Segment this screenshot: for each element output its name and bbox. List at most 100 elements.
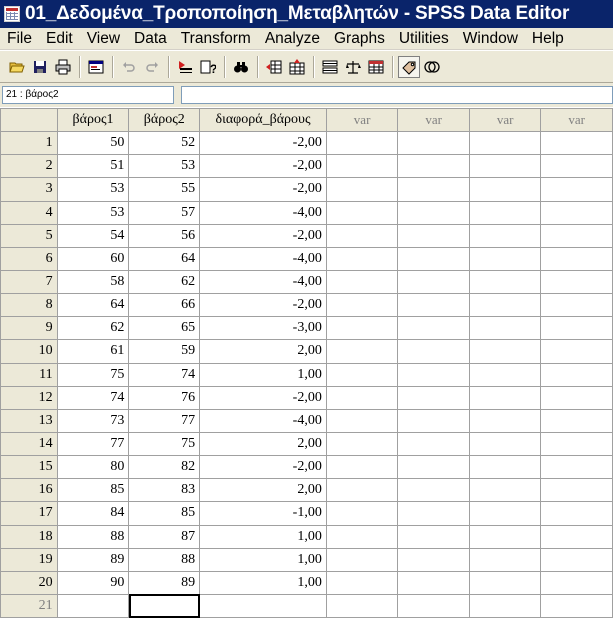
data-cell[interactable]: -2,00 [199, 385, 327, 410]
empty-cell[interactable] [540, 455, 613, 480]
empty-cell[interactable] [325, 593, 399, 619]
empty-cell[interactable] [540, 200, 613, 225]
empty-cell[interactable] [325, 131, 399, 156]
goto-case-icon[interactable] [174, 56, 196, 78]
empty-cell[interactable] [468, 570, 542, 595]
data-cell[interactable]: -1,00 [199, 501, 327, 526]
row-header[interactable]: 11 [0, 362, 58, 387]
empty-cell[interactable] [325, 223, 399, 248]
empty-cell[interactable] [540, 570, 613, 595]
data-cell[interactable]: 58 [56, 269, 130, 295]
data-cell[interactable]: 85 [128, 501, 201, 526]
data-cell[interactable]: 89 [128, 570, 201, 595]
data-cell[interactable]: 85 [56, 478, 130, 503]
save-icon[interactable] [29, 56, 51, 78]
empty-cell[interactable] [468, 431, 542, 457]
empty-cell[interactable] [397, 547, 470, 572]
empty-cell[interactable] [397, 200, 470, 225]
empty-cell[interactable] [540, 316, 613, 341]
data-cell[interactable]: 77 [128, 408, 201, 433]
empty-cell[interactable] [468, 501, 542, 526]
undo-icon[interactable] [118, 56, 140, 78]
data-cell[interactable]: -2,00 [199, 177, 327, 202]
empty-cell[interactable] [468, 455, 542, 480]
empty-cell[interactable] [325, 154, 399, 179]
data-cell[interactable]: 62 [56, 316, 130, 341]
data-cell[interactable]: 88 [56, 524, 130, 549]
empty-cell[interactable] [468, 316, 542, 341]
empty-cell[interactable] [325, 431, 399, 457]
empty-cell[interactable] [397, 131, 470, 156]
column-header[interactable]: διαφορά_βάρους [199, 108, 327, 133]
data-cell[interactable]: 75 [128, 431, 201, 457]
empty-cell[interactable] [325, 455, 399, 480]
data-cell[interactable]: 52 [128, 131, 201, 156]
data-cell[interactable]: 76 [128, 385, 201, 410]
empty-cell[interactable] [540, 131, 613, 156]
data-cell[interactable]: 51 [56, 154, 130, 179]
redo-icon[interactable] [141, 56, 163, 78]
empty-cell[interactable] [325, 316, 399, 341]
data-cell[interactable]: 53 [56, 177, 130, 202]
empty-cell[interactable] [325, 293, 399, 318]
row-header[interactable]: 16 [0, 478, 58, 503]
empty-cell[interactable] [397, 177, 470, 202]
empty-cell[interactable] [468, 547, 542, 572]
empty-cell[interactable] [397, 154, 470, 179]
menu-utilities[interactable]: Utilities [392, 30, 456, 48]
empty-cell[interactable] [540, 246, 613, 271]
empty-cell[interactable] [468, 246, 542, 271]
data-cell[interactable]: 2,00 [199, 431, 327, 457]
data-cell[interactable]: 53 [128, 154, 201, 179]
data-cell[interactable]: 65 [128, 316, 201, 341]
empty-cell[interactable] [540, 478, 613, 503]
empty-cell[interactable] [397, 408, 470, 433]
empty-cell[interactable] [468, 293, 542, 318]
empty-cell[interactable] [468, 200, 542, 225]
data-cell[interactable]: 60 [56, 246, 130, 271]
data-cell[interactable]: 66 [128, 293, 201, 318]
split-file-icon[interactable] [319, 56, 341, 78]
empty-cell[interactable] [397, 246, 470, 271]
data-cell[interactable]: 64 [128, 246, 201, 271]
data-cell[interactable]: 2,00 [199, 478, 327, 503]
row-header[interactable]: 19 [0, 547, 58, 572]
data-cell[interactable] [128, 593, 201, 619]
data-cell[interactable]: 56 [128, 223, 201, 248]
empty-cell[interactable] [325, 547, 399, 572]
empty-cell[interactable] [468, 177, 542, 202]
data-cell[interactable]: 50 [56, 131, 130, 156]
empty-cell[interactable] [397, 478, 470, 503]
data-cell[interactable]: -4,00 [199, 200, 327, 225]
empty-cell[interactable] [397, 501, 470, 526]
cell-reference-field[interactable]: 21 : βάρος2 [2, 86, 174, 104]
open-icon[interactable] [6, 56, 28, 78]
row-header[interactable]: 6 [0, 246, 58, 271]
data-cell[interactable]: -3,00 [199, 316, 327, 341]
select-cases-icon[interactable] [365, 56, 387, 78]
data-cell[interactable]: 61 [56, 339, 130, 364]
data-cell[interactable] [56, 593, 130, 619]
data-cell[interactable]: -2,00 [199, 154, 327, 179]
data-cell[interactable]: 2,00 [199, 339, 327, 364]
data-cell[interactable]: 73 [56, 408, 130, 433]
row-header[interactable]: 13 [0, 408, 58, 433]
data-cell[interactable]: 83 [128, 478, 201, 503]
row-header[interactable]: 4 [0, 200, 58, 225]
grid-corner[interactable] [0, 108, 58, 133]
empty-cell[interactable] [325, 200, 399, 225]
data-cell[interactable]: -4,00 [199, 246, 327, 271]
weight-cases-icon[interactable] [342, 56, 364, 78]
use-sets-icon[interactable] [421, 56, 443, 78]
empty-cell[interactable] [397, 385, 470, 410]
empty-cell[interactable] [468, 131, 542, 156]
empty-cell[interactable] [325, 501, 399, 526]
row-header[interactable]: 15 [0, 455, 58, 480]
row-header[interactable]: 3 [0, 177, 58, 202]
column-header-empty[interactable]: var [397, 108, 470, 133]
row-header[interactable]: 17 [0, 501, 58, 526]
empty-cell[interactable] [325, 269, 399, 295]
data-cell[interactable]: -2,00 [199, 223, 327, 248]
menu-transform[interactable]: Transform [174, 30, 258, 48]
dialog-recall-icon[interactable] [85, 56, 107, 78]
